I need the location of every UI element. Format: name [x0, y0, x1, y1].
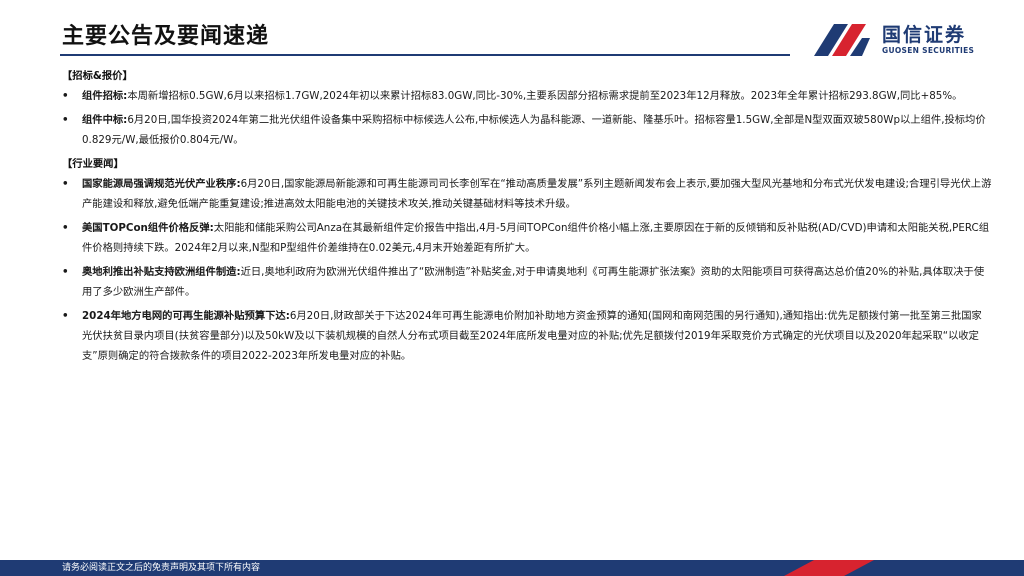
bullet: • [62, 114, 69, 126]
item-body: 6月20日,国华投资2024年第二批光伏组件设备集中采购招标中标候选人公布,中标… [82, 114, 986, 146]
footer-disclaimer: 请务必阅读正文之后的免责声明及其项下所有内容 [62, 563, 261, 573]
page-header: 主要公告及要闻速递 国信证券 GUOSEN SECURITIES [0, 0, 1024, 64]
item-body: 太阳能和储能采购公司Anza在其最新组件定价报告中指出,4月-5月间TOPCon… [82, 222, 990, 254]
section-heading-tender: 【招标&报价】 [62, 70, 133, 82]
item-title: 2024年地方电网的可再生能源补贴预算下达: [82, 310, 290, 322]
page-title: 主要公告及要闻速递 [62, 24, 270, 49]
list-item: • 组件招标:本周新增招标0.5GW,6月以来招标1.7GW,2024年初以来累… [62, 86, 992, 106]
bullet: • [62, 266, 69, 278]
guosen-logo-icon [814, 24, 870, 56]
item-body: 本周新增招标0.5GW,6月以来招标1.7GW,2024年初以来累计招标83.0… [127, 90, 963, 102]
content-body: 【招标&报价】 • 组件招标:本周新增招标0.5GW,6月以来招标1.7GW,2… [62, 66, 992, 370]
item-title: 奥地利推出补贴支持欧洲组件制造: [82, 266, 241, 278]
item-title: 国家能源局强调规范光伏产业秩序: [82, 178, 241, 190]
list-item: • 美国TOPCon组件价格反弹:太阳能和储能采购公司Anza在其最新组件定价报… [62, 218, 992, 258]
list-item: • 奥地利推出补贴支持欧洲组件制造:近日,奥地利政府为欧洲光伏组件推出了“欧洲制… [62, 262, 992, 302]
logo-text-cn: 国信证券 [882, 24, 967, 46]
page-footer: 请务必阅读正文之后的免责声明及其项下所有内容 [0, 560, 1024, 576]
logo-text-en: GUOSEN SECURITIES [882, 46, 975, 55]
list-item: • 组件中标:6月20日,国华投资2024年第二批光伏组件设备集中采购招标中标候… [62, 110, 992, 150]
list-item: • 2024年地方电网的可再生能源补贴预算下达:6月20日,财政部关于下达202… [62, 306, 992, 366]
bullet: • [62, 222, 69, 234]
item-title: 组件招标: [82, 90, 128, 102]
title-divider [60, 54, 790, 56]
company-logo: 国信证券 GUOSEN SECURITIES [812, 16, 1012, 62]
item-title: 美国TOPCon组件价格反弹: [82, 222, 214, 234]
section-heading-news: 【行业要闻】 [62, 158, 124, 170]
bullet: • [62, 178, 69, 190]
list-item: • 国家能源局强调规范光伏产业秩序:6月20日,国家能源局新能源和可再生能源司司… [62, 174, 992, 214]
footer-decoration [784, 560, 1024, 576]
bullet: • [62, 90, 69, 102]
bullet: • [62, 310, 69, 322]
item-title: 组件中标: [82, 114, 128, 126]
